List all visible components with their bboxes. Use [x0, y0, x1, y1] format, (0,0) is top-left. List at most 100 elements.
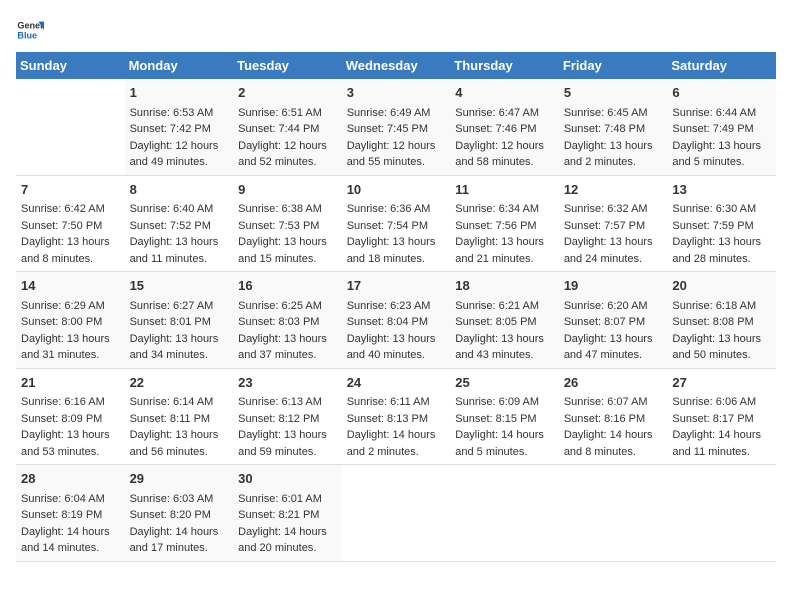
daylight-text: Daylight: 12 hours and 49 minutes.	[130, 138, 229, 171]
column-header-wednesday: Wednesday	[342, 52, 451, 79]
sunset-text: Sunset: 7:49 PM	[672, 121, 771, 138]
daylight-text: Daylight: 12 hours and 55 minutes.	[347, 138, 446, 171]
sunrise-text: Sunrise: 6:47 AM	[455, 105, 554, 122]
day-number: 19	[564, 276, 663, 296]
sunrise-text: Sunrise: 6:38 AM	[238, 201, 337, 218]
sunset-text: Sunset: 8:05 PM	[455, 314, 554, 331]
sunset-text: Sunset: 7:45 PM	[347, 121, 446, 138]
calendar-cell: 25Sunrise: 6:09 AMSunset: 8:15 PMDayligh…	[450, 368, 559, 465]
sunset-text: Sunset: 8:17 PM	[672, 411, 771, 428]
day-number: 20	[672, 276, 771, 296]
calendar-week-3: 14Sunrise: 6:29 AMSunset: 8:00 PMDayligh…	[16, 272, 776, 369]
sunset-text: Sunset: 8:04 PM	[347, 314, 446, 331]
daylight-text: Daylight: 13 hours and 24 minutes.	[564, 234, 663, 267]
sunrise-text: Sunrise: 6:20 AM	[564, 298, 663, 315]
sunset-text: Sunset: 8:21 PM	[238, 507, 337, 524]
daylight-text: Daylight: 13 hours and 15 minutes.	[238, 234, 337, 267]
header-row: SundayMondayTuesdayWednesdayThursdayFrid…	[16, 52, 776, 79]
day-number: 6	[672, 83, 771, 103]
sunrise-text: Sunrise: 6:34 AM	[455, 201, 554, 218]
sunset-text: Sunset: 8:13 PM	[347, 411, 446, 428]
column-header-monday: Monday	[125, 52, 234, 79]
daylight-text: Daylight: 13 hours and 11 minutes.	[130, 234, 229, 267]
calendar-week-5: 28Sunrise: 6:04 AMSunset: 8:19 PMDayligh…	[16, 465, 776, 562]
svg-text:Blue: Blue	[17, 30, 37, 40]
logo-icon: General Blue	[16, 16, 44, 44]
daylight-text: Daylight: 13 hours and 8 minutes.	[21, 234, 120, 267]
sunrise-text: Sunrise: 6:23 AM	[347, 298, 446, 315]
daylight-text: Daylight: 14 hours and 14 minutes.	[21, 524, 120, 557]
calendar-cell: 24Sunrise: 6:11 AMSunset: 8:13 PMDayligh…	[342, 368, 451, 465]
sunrise-text: Sunrise: 6:25 AM	[238, 298, 337, 315]
daylight-text: Daylight: 14 hours and 5 minutes.	[455, 427, 554, 460]
sunset-text: Sunset: 8:20 PM	[130, 507, 229, 524]
sunset-text: Sunset: 8:19 PM	[21, 507, 120, 524]
day-number: 21	[21, 373, 120, 393]
calendar-cell: 17 Sunrise: 6:23 AMSunset: 8:04 PMDayligh…	[342, 272, 451, 369]
day-number: 29	[130, 469, 229, 489]
calendar-cell: 21Sunrise: 6:16 AMSunset: 8:09 PMDayligh…	[16, 368, 125, 465]
calendar-cell: 23Sunrise: 6:13 AMSunset: 8:12 PMDayligh…	[233, 368, 342, 465]
sunrise-text: Sunrise: 6:32 AM	[564, 201, 663, 218]
calendar-week-2: 7Sunrise: 6:42 AMSunset: 7:50 PMDaylight…	[16, 175, 776, 272]
sunrise-text: Sunrise: 6:40 AM	[130, 201, 229, 218]
daylight-text: Daylight: 13 hours and 40 minutes.	[347, 331, 446, 364]
daylight-text: Daylight: 14 hours and 2 minutes.	[347, 427, 446, 460]
daylight-text: Daylight: 14 hours and 17 minutes.	[130, 524, 229, 557]
sunrise-text: Sunrise: 6:45 AM	[564, 105, 663, 122]
day-number: 26	[564, 373, 663, 393]
sunset-text: Sunset: 7:48 PM	[564, 121, 663, 138]
day-number: 18	[455, 276, 554, 296]
daylight-text: Daylight: 13 hours and 5 minutes.	[672, 138, 771, 171]
calendar-cell: 4Sunrise: 6:47 AMSunset: 7:46 PMDaylight…	[450, 79, 559, 175]
logo: General Blue	[16, 16, 44, 44]
calendar-cell: 15Sunrise: 6:27 AMSunset: 8:01 PMDayligh…	[125, 272, 234, 369]
column-header-thursday: Thursday	[450, 52, 559, 79]
day-number: 17	[347, 276, 446, 296]
day-number: 30	[238, 469, 337, 489]
sunrise-text: Sunrise: 6:14 AM	[130, 394, 229, 411]
sunrise-text: Sunrise: 6:49 AM	[347, 105, 446, 122]
sunset-text: Sunset: 7:42 PM	[130, 121, 229, 138]
sunrise-text: Sunrise: 6:07 AM	[564, 394, 663, 411]
sunrise-text: Sunrise: 6:16 AM	[21, 394, 120, 411]
calendar-cell: 22Sunrise: 6:14 AMSunset: 8:11 PMDayligh…	[125, 368, 234, 465]
calendar-cell: 10Sunrise: 6:36 AMSunset: 7:54 PMDayligh…	[342, 175, 451, 272]
calendar-table: SundayMondayTuesdayWednesdayThursdayFrid…	[16, 52, 776, 562]
sunrise-text: Sunrise: 6:51 AM	[238, 105, 337, 122]
sunset-text: Sunset: 7:54 PM	[347, 218, 446, 235]
sunrise-text: Sunrise: 6:27 AM	[130, 298, 229, 315]
column-header-tuesday: Tuesday	[233, 52, 342, 79]
day-number: 2	[238, 83, 337, 103]
daylight-text: Daylight: 12 hours and 58 minutes.	[455, 138, 554, 171]
day-number: 12	[564, 180, 663, 200]
sunrise-text: Sunrise: 6:09 AM	[455, 394, 554, 411]
sunset-text: Sunset: 7:53 PM	[238, 218, 337, 235]
daylight-text: Daylight: 14 hours and 8 minutes.	[564, 427, 663, 460]
calendar-cell: 18Sunrise: 6:21 AMSunset: 8:05 PMDayligh…	[450, 272, 559, 369]
calendar-week-1: 1Sunrise: 6:53 AMSunset: 7:42 PMDaylight…	[16, 79, 776, 175]
sunset-text: Sunset: 7:52 PM	[130, 218, 229, 235]
sunrise-text: Sunrise: 6:21 AM	[455, 298, 554, 315]
sunrise-text: Sunrise: 6:01 AM	[238, 491, 337, 508]
calendar-cell: 29Sunrise: 6:03 AMSunset: 8:20 PMDayligh…	[125, 465, 234, 562]
calendar-cell: 30Sunrise: 6:01 AMSunset: 8:21 PMDayligh…	[233, 465, 342, 562]
day-number: 5	[564, 83, 663, 103]
sunset-text: Sunset: 7:50 PM	[21, 218, 120, 235]
calendar-cell: 3Sunrise: 6:49 AMSunset: 7:45 PMDaylight…	[342, 79, 451, 175]
sunset-text: Sunset: 7:46 PM	[455, 121, 554, 138]
calendar-cell	[16, 79, 125, 175]
calendar-cell: 2Sunrise: 6:51 AMSunset: 7:44 PMDaylight…	[233, 79, 342, 175]
sunset-text: Sunset: 7:59 PM	[672, 218, 771, 235]
daylight-text: Daylight: 13 hours and 37 minutes.	[238, 331, 337, 364]
calendar-cell: 26Sunrise: 6:07 AMSunset: 8:16 PMDayligh…	[559, 368, 668, 465]
calendar-cell: 6 Sunrise: 6:44 AMSunset: 7:49 PMDaylight…	[667, 79, 776, 175]
calendar-cell: 14Sunrise: 6:29 AMSunset: 8:00 PMDayligh…	[16, 272, 125, 369]
daylight-text: Daylight: 13 hours and 59 minutes.	[238, 427, 337, 460]
calendar-cell: 13Sunrise: 6:30 AMSunset: 7:59 PMDayligh…	[667, 175, 776, 272]
daylight-text: Daylight: 13 hours and 28 minutes.	[672, 234, 771, 267]
daylight-text: Daylight: 13 hours and 34 minutes.	[130, 331, 229, 364]
day-number: 25	[455, 373, 554, 393]
sunset-text: Sunset: 7:44 PM	[238, 121, 337, 138]
sunrise-text: Sunrise: 6:44 AM	[672, 105, 771, 122]
